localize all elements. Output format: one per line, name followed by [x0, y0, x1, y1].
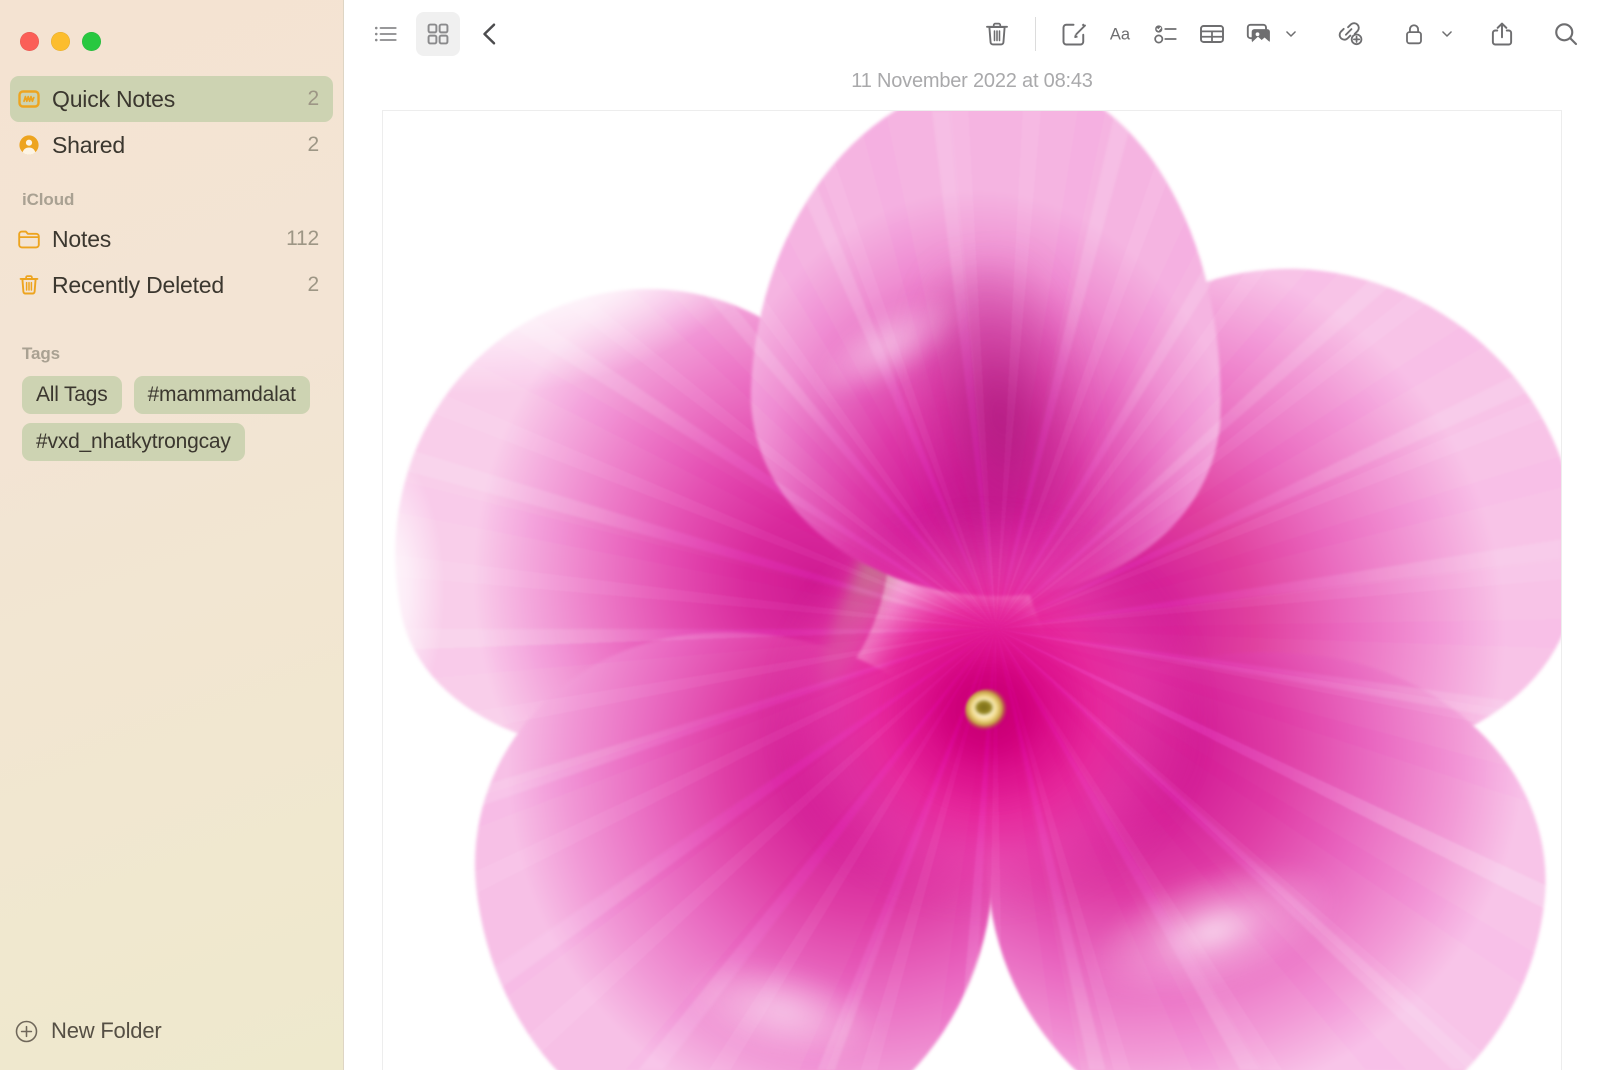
- shared-person-icon: [16, 132, 42, 158]
- sidebar-item-label: Quick Notes: [52, 85, 176, 112]
- table-icon: [1200, 25, 1224, 43]
- sidebar-item-count: 2: [307, 133, 320, 156]
- sidebar-item-label: Shared: [52, 131, 125, 158]
- format-aa-icon: Aa: [1110, 26, 1131, 44]
- new-folder-label: New Folder: [51, 1018, 162, 1043]
- checklist-icon: [1154, 25, 1177, 44]
- tag-all-tags[interactable]: All Tags: [22, 376, 122, 414]
- sidebar-item-label: Notes: [52, 225, 112, 252]
- list-view-button[interactable]: [364, 12, 408, 56]
- sidebar: Quick Notes 2 Shared 2 iCloud Notes 112 …: [0, 0, 344, 1070]
- sidebar-item-count: 112: [286, 227, 319, 250]
- photo-white-background-top-left: [383, 111, 843, 431]
- new-folder-button[interactable]: New Folder: [0, 1018, 343, 1070]
- section-header-tags: Tags: [22, 344, 61, 363]
- sidebar-item-label: Recently Deleted: [52, 271, 224, 298]
- list-view-icon: [374, 26, 397, 42]
- chevron-down-icon[interactable]: [1438, 25, 1456, 43]
- chevron-down-icon[interactable]: [1282, 25, 1300, 43]
- link-button[interactable]: [1328, 12, 1372, 56]
- plus-circle-icon: [14, 1019, 39, 1044]
- toolbar-divider: [1035, 17, 1036, 51]
- photo-white-background-left: [383, 441, 473, 741]
- sidebar-top-list: Quick Notes 2 Shared 2 iCloud Notes 112 …: [0, 58, 343, 461]
- sidebar-item-notes[interactable]: Notes 112: [10, 216, 333, 262]
- flower-image-canvas: [383, 111, 1561, 1070]
- sidebar-item-quick-notes[interactable]: Quick Notes 2: [10, 76, 333, 122]
- tag-vxd-nhatkytrongcay[interactable]: #vxd_nhatkytrongcay: [22, 423, 245, 461]
- toolbar-left-group: [344, 12, 512, 56]
- section-header-icloud: iCloud: [22, 190, 75, 209]
- sidebar-item-recently-deleted[interactable]: Recently Deleted 2: [10, 262, 333, 308]
- share-button[interactable]: [1480, 12, 1524, 56]
- delete-button[interactable]: [975, 12, 1019, 56]
- pink-flower-photo[interactable]: [382, 110, 1562, 1070]
- trash-icon: [16, 272, 42, 298]
- note-body[interactable]: [344, 110, 1600, 1070]
- compose-pencil-icon: [1062, 23, 1086, 46]
- search-icon: [1555, 23, 1578, 46]
- toolbar: Aa: [344, 0, 1600, 68]
- chevron-left-icon: [483, 23, 496, 45]
- gallery-grid-icon: [427, 23, 449, 45]
- compose-button[interactable]: [1052, 12, 1096, 56]
- sidebar-item-count: 2: [307, 273, 320, 296]
- photo-white-background-top-right: [1301, 111, 1561, 291]
- quick-notes-icon: [16, 86, 42, 112]
- toolbar-right-group: Aa: [975, 12, 1600, 56]
- flower-throat-center: [975, 700, 993, 715]
- checklist-button[interactable]: [1144, 12, 1188, 56]
- table-button[interactable]: [1190, 12, 1234, 56]
- main-pane: Aa 11 November 2022 at 08:43: [344, 0, 1600, 1070]
- zoom-window-button[interactable]: [82, 32, 101, 51]
- note-date: 11 November 2022 at 08:43: [851, 70, 1093, 92]
- lock-icon: [1406, 24, 1422, 45]
- close-window-button[interactable]: [20, 32, 39, 51]
- media-button[interactable]: [1236, 12, 1300, 56]
- search-button[interactable]: [1544, 12, 1588, 56]
- traffic-lights: [0, 0, 343, 58]
- share-up-arrow-icon: [1491, 22, 1513, 46]
- tag-list: All Tags #mammamdalat #vxd_nhatkytrongca…: [10, 370, 333, 461]
- sidebar-item-count: 2: [307, 87, 320, 110]
- folder-icon: [16, 226, 42, 252]
- sidebar-item-shared[interactable]: Shared 2: [10, 122, 333, 168]
- format-button[interactable]: Aa: [1098, 12, 1142, 56]
- lock-button-icon-wrap[interactable]: [1392, 12, 1436, 56]
- lock-button[interactable]: [1392, 12, 1456, 56]
- media-button-icon-wrap[interactable]: [1236, 12, 1280, 56]
- svg-text:Aa: Aa: [1110, 26, 1131, 44]
- notes-window: Quick Notes 2 Shared 2 iCloud Notes 112 …: [0, 0, 1600, 1070]
- back-button[interactable]: [468, 12, 512, 56]
- trash-icon: [986, 22, 1008, 46]
- minimize-window-button[interactable]: [51, 32, 70, 51]
- tag-mammamdalat[interactable]: #mammamdalat: [133, 376, 310, 414]
- media-photos-icon: [1246, 23, 1270, 44]
- link-add-icon: [1338, 22, 1363, 46]
- gallery-view-button[interactable]: [416, 12, 460, 56]
